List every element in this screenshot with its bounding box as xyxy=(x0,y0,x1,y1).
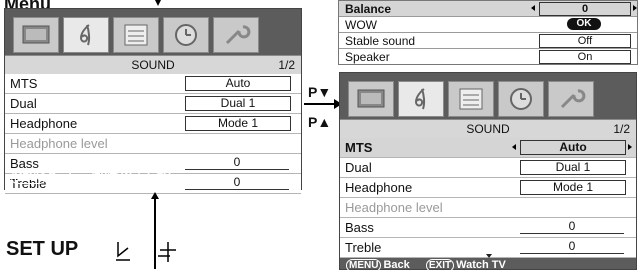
strip-row-balance[interactable]: Balance 0 xyxy=(339,1,637,17)
tab-picture[interactable] xyxy=(348,81,394,117)
back-label: Back xyxy=(383,259,410,271)
arrow-up-icon xyxy=(151,192,159,199)
tab-installation[interactable] xyxy=(548,81,594,117)
menu-button-hint[interactable]: MENU xyxy=(11,171,47,184)
dual-value[interactable]: Dual 1 xyxy=(185,96,291,111)
music-note-icon xyxy=(79,24,91,46)
sound-menu-right: SOUND 1/2 MTS Auto Dual Dual 1 Headphone… xyxy=(339,72,637,272)
tab-timer[interactable] xyxy=(163,17,209,53)
setup-sheet-icon xyxy=(124,24,148,46)
p-up-label: P▲ xyxy=(308,114,332,130)
strip-row-wow[interactable]: WOW OK xyxy=(339,17,637,33)
menu-header-title: SOUND xyxy=(466,122,510,136)
tab-picture[interactable] xyxy=(13,17,59,53)
watch-tv-label: Watch TV xyxy=(121,171,171,183)
tab-installation[interactable] xyxy=(213,17,259,53)
right-arrow-icon xyxy=(628,144,632,150)
category-icons xyxy=(348,81,594,117)
category-icons xyxy=(13,17,259,53)
p-down-label: P▼ xyxy=(308,84,332,100)
tab-setup[interactable] xyxy=(448,81,494,117)
row-label: Headphone level xyxy=(10,136,108,151)
menu-footer: MENU Back EXIT Watch TV xyxy=(346,259,506,275)
row-label: Treble xyxy=(345,240,382,255)
tv-icon xyxy=(357,89,385,108)
row-headphone[interactable]: Headphone Mode 1 xyxy=(5,114,301,134)
mts-value[interactable]: Auto xyxy=(185,76,291,91)
strip-row-speaker[interactable]: Speaker On xyxy=(339,49,637,64)
menu-footer: MENU Back EXIT Watch TV xyxy=(11,171,171,187)
bass-value[interactable]: 0 xyxy=(520,220,624,234)
row-mts[interactable]: MTS Auto xyxy=(340,138,636,158)
music-note-icon xyxy=(414,88,426,110)
scroll-down-icon xyxy=(486,254,492,258)
row-label: Headphone xyxy=(345,180,413,195)
dual-value[interactable]: Dual 1 xyxy=(520,160,626,175)
headphone-value[interactable]: Mode 1 xyxy=(185,116,291,131)
row-headphone[interactable]: Headphone Mode 1 xyxy=(340,178,636,198)
menu-header: SOUND 1/2 xyxy=(340,119,636,139)
exit-button-hint[interactable]: EXIT xyxy=(425,259,455,272)
row-label: Bass xyxy=(345,220,374,235)
row-label: MTS xyxy=(10,76,38,91)
right-arrow-icon xyxy=(304,103,336,105)
menu-header: SOUND 1/2 xyxy=(5,55,301,75)
right-arrow-icon xyxy=(633,5,637,11)
page-indicator: 1/2 xyxy=(278,58,295,72)
row-label: MTS xyxy=(345,140,373,155)
timer-icon xyxy=(175,24,197,46)
left-arrow-icon xyxy=(512,144,516,150)
row-headphone-level: Headphone level xyxy=(5,134,301,154)
row-label: Bass xyxy=(10,156,39,171)
back-label: Back xyxy=(48,171,75,183)
row-label: Headphone xyxy=(10,116,78,131)
row-mts[interactable]: MTS Auto xyxy=(5,74,301,94)
watch-tv-label: Watch TV xyxy=(456,259,506,271)
strip-label: Balance xyxy=(345,2,392,16)
setup-title: SET UP xyxy=(6,238,79,260)
headphone-value[interactable]: Mode 1 xyxy=(520,180,626,195)
strip-label: Speaker xyxy=(345,50,390,64)
stable-sound-value[interactable]: Off xyxy=(539,34,631,48)
tv-icon xyxy=(22,25,50,44)
strip-row-stable-sound[interactable]: Stable sound Off xyxy=(339,33,637,49)
strip-label: Stable sound xyxy=(345,34,416,48)
bass-value[interactable]: 0 xyxy=(185,156,289,170)
row-bass[interactable]: Bass 0 xyxy=(340,218,636,238)
row-dual[interactable]: Dual Dual 1 xyxy=(340,158,636,178)
page-indicator: 1/2 xyxy=(613,122,630,136)
strip-label: WOW xyxy=(345,18,377,32)
exit-button-hint[interactable]: EXIT xyxy=(90,171,120,184)
menu-rows: MTS Auto Dual Dual 1 Headphone Mode 1 He… xyxy=(340,138,636,258)
menu-header-title: SOUND xyxy=(131,58,175,72)
tab-sound[interactable] xyxy=(398,81,444,117)
tab-sound[interactable] xyxy=(63,17,109,53)
setup-up-down-icon xyxy=(116,242,176,262)
sound-menu-left: SOUND 1/2 MTS Auto Dual Dual 1 Headphone… xyxy=(4,8,302,194)
tab-timer[interactable] xyxy=(498,81,544,117)
setup-sheet-icon xyxy=(459,88,483,110)
tab-setup[interactable] xyxy=(113,17,159,53)
arrow-down-icon xyxy=(155,0,161,6)
treble-value[interactable]: 0 xyxy=(520,240,624,254)
row-dual[interactable]: Dual Dual 1 xyxy=(5,94,301,114)
ok-badge[interactable]: OK xyxy=(567,18,601,30)
row-label: Dual xyxy=(345,160,372,175)
menu-button-hint[interactable]: MENU xyxy=(346,259,382,272)
row-label: Headphone level xyxy=(345,200,443,215)
balance-value[interactable]: 0 xyxy=(539,2,631,16)
timer-icon xyxy=(510,88,532,110)
wrench-icon xyxy=(560,89,586,109)
speaker-value[interactable]: On xyxy=(539,50,631,64)
left-arrow-icon xyxy=(531,5,535,11)
row-label: Dual xyxy=(10,96,37,111)
sound-settings-strip: Balance 0 WOW OK Stable sound Off Speake… xyxy=(338,0,638,65)
row-headphone-level: Headphone level xyxy=(340,198,636,218)
mts-value[interactable]: Auto xyxy=(520,140,626,155)
wrench-icon xyxy=(225,25,251,45)
treble-value[interactable]: 0 xyxy=(185,176,289,190)
